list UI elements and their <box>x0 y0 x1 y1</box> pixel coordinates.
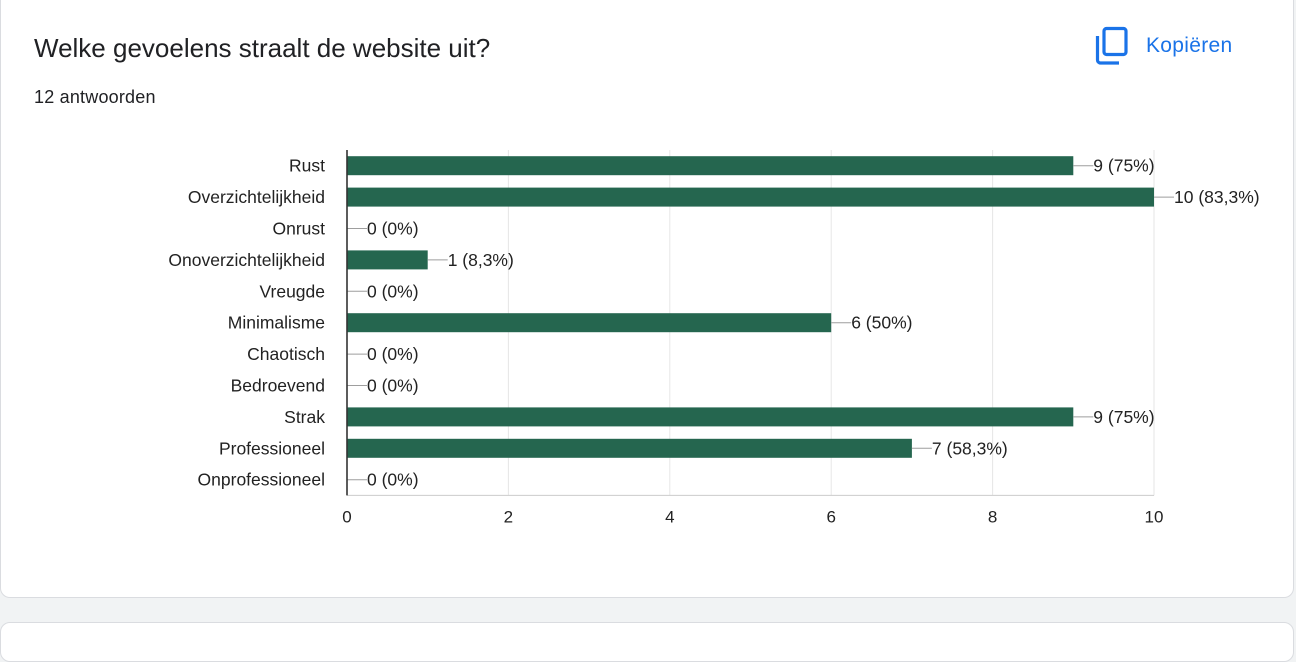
bar <box>347 313 832 333</box>
data-label: 10 (83,3%) <box>1174 187 1260 207</box>
category-label: Strak <box>284 407 325 427</box>
next-question-card <box>0 622 1294 662</box>
x-tick-label: 0 <box>342 507 351 526</box>
data-label: 9 (75%) <box>1093 407 1154 427</box>
x-tick-label: 10 <box>1145 507 1164 526</box>
data-label: 0 (0%) <box>367 344 419 364</box>
category-label: Onrust <box>272 219 325 239</box>
data-label: 6 (50%) <box>851 313 912 333</box>
bar-chart: 0 2 4 6 8 10 Rust 9 (75%) Overzichtelijkheid 10 (… <box>168 150 1260 526</box>
category-label: Bedroevend <box>231 376 325 396</box>
data-label: 1 (8,3%) <box>448 250 514 270</box>
bar <box>347 438 912 458</box>
category-label: Professioneel <box>219 438 325 458</box>
data-label: 7 (58,3%) <box>932 438 1008 458</box>
data-label: 0 (0%) <box>367 470 419 490</box>
data-label: 0 (0%) <box>367 281 419 301</box>
data-label: 9 (75%) <box>1093 156 1154 176</box>
category-label: Chaotisch <box>247 344 325 364</box>
category-label: Rust <box>289 156 325 176</box>
category-label: Overzichtelijkheid <box>188 187 325 207</box>
data-label: 0 (0%) <box>367 376 419 396</box>
bar <box>347 407 1074 427</box>
x-tick-label: 8 <box>988 507 997 526</box>
x-tick-label: 6 <box>826 507 835 526</box>
data-label: 0 (0%) <box>367 219 419 239</box>
category-label: Minimalisme <box>228 313 325 333</box>
category-label: Onprofessioneel <box>198 470 325 490</box>
x-tick-label: 2 <box>504 507 513 526</box>
bar <box>347 250 428 270</box>
bar <box>347 156 1074 176</box>
category-label: Vreugde <box>259 281 325 301</box>
category-label: Onoverzichtelijkheid <box>168 250 325 270</box>
x-tick-label: 4 <box>665 507 674 526</box>
question-card: Welke gevoelens straalt de website uit? … <box>0 0 1294 598</box>
bar <box>347 187 1154 207</box>
